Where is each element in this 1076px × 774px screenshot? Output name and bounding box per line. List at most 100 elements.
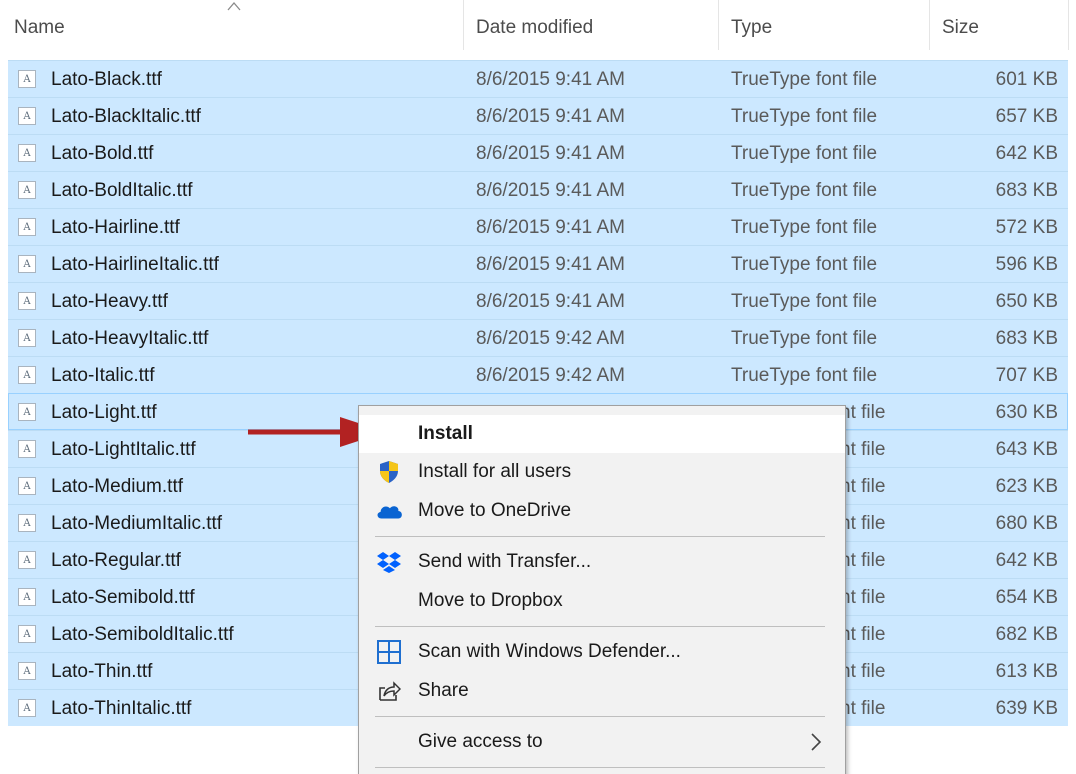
file-size: 630 KB (995, 401, 1058, 423)
menu-separator (375, 767, 825, 768)
menu-item-label: Share (418, 680, 469, 701)
font-file-icon: A (18, 144, 36, 162)
file-type: TrueType font file (731, 216, 878, 238)
file-date-modified: 8/6/2015 9:41 AM (476, 142, 625, 164)
context-menu: Install Install for all users Move to On… (358, 405, 846, 774)
font-file-icon: A (18, 699, 36, 717)
windows-defender-icon (375, 640, 403, 664)
menu-item-share[interactable]: Share (359, 672, 845, 710)
file-type: nt file (840, 623, 886, 645)
file-size: 623 KB (995, 475, 1058, 497)
file-row[interactable]: A Lato-Hairline.ttf 8/6/2015 9:41 AM TrueTy… (8, 208, 1068, 245)
file-name: Lato-ThinItalic.ttf (51, 697, 192, 719)
file-date-modified: 8/6/2015 9:41 AM (476, 68, 625, 90)
file-date-modified: 8/6/2015 9:41 AM (476, 290, 625, 312)
file-size: 650 KB (995, 290, 1058, 312)
file-row[interactable]: A Lato-Bold.ttf 8/6/2015 9:41 AM TrueType f… (8, 134, 1068, 171)
menu-item-install[interactable]: Install (359, 415, 845, 453)
dropbox-icon (375, 551, 403, 573)
font-file-icon: A (18, 514, 36, 532)
file-size: 682 KB (995, 623, 1058, 645)
font-file-icon: A (18, 292, 36, 310)
file-size: 601 KB (995, 68, 1058, 90)
file-type: nt file (840, 401, 886, 423)
file-size: 596 KB (995, 253, 1058, 275)
file-date-modified: 8/6/2015 9:41 AM (476, 179, 625, 201)
chevron-right-icon (811, 733, 822, 751)
menu-item-label: Install (418, 423, 473, 444)
file-name: Lato-HairlineItalic.ttf (51, 253, 219, 275)
file-type: TrueType font file (731, 142, 878, 164)
file-row[interactable]: A Lato-HairlineItalic.ttf 8/6/2015 9:41 AM… (8, 245, 1068, 282)
file-row[interactable]: A Lato-Black.ttf 8/6/2015 9:41 AM TrueType … (8, 60, 1068, 97)
file-type: TrueType font file (731, 68, 878, 90)
file-size: 572 KB (995, 216, 1058, 238)
file-date-modified: 8/6/2015 9:42 AM (476, 327, 625, 349)
file-name: Lato-Black.ttf (51, 68, 162, 90)
file-type: TrueType font file (731, 327, 878, 349)
column-header-type[interactable]: Type (731, 0, 772, 56)
menu-item-send-with-transfer[interactable]: Send with Transfer... (359, 543, 845, 581)
menu-item-install-all-users[interactable]: Install for all users (359, 453, 845, 491)
file-type: nt file (840, 586, 886, 608)
menu-item-label: Give access to (418, 731, 543, 752)
file-name: Lato-BlackItalic.ttf (51, 105, 201, 127)
file-type: nt file (840, 512, 886, 534)
file-row[interactable]: A Lato-BlackItalic.ttf 8/6/2015 9:41 AM Tru… (8, 97, 1068, 134)
file-name: Lato-Italic.ttf (51, 364, 155, 386)
column-header-size[interactable]: Size (942, 0, 979, 56)
font-file-icon: A (18, 366, 36, 384)
file-name: Lato-BoldItalic.ttf (51, 179, 193, 201)
column-divider[interactable] (463, 0, 464, 50)
column-divider[interactable] (718, 0, 719, 50)
font-file-icon: A (18, 588, 36, 606)
column-divider[interactable] (929, 0, 930, 50)
file-size: 683 KB (995, 179, 1058, 201)
file-type: TrueType font file (731, 253, 878, 275)
menu-item-label: Move to Dropbox (418, 590, 563, 611)
file-name: Lato-Medium.ttf (51, 475, 183, 497)
file-row[interactable]: A Lato-BoldItalic.ttf 8/6/2015 9:41 AM True… (8, 171, 1068, 208)
column-header-date-modified[interactable]: Date modified (476, 0, 593, 56)
menu-item-scan-windows-defender[interactable]: Scan with Windows Defender... (359, 633, 845, 671)
file-size: 642 KB (995, 142, 1058, 164)
font-file-icon: A (18, 662, 36, 680)
file-type: TrueType font file (731, 364, 878, 386)
font-file-icon: A (18, 218, 36, 236)
file-type: nt file (840, 475, 886, 497)
font-file-icon: A (18, 477, 36, 495)
menu-item-give-access-to[interactable]: Give access to (359, 723, 845, 761)
uac-shield-icon (375, 461, 403, 483)
file-size: 654 KB (995, 586, 1058, 608)
font-file-icon: A (18, 551, 36, 569)
file-size: 657 KB (995, 105, 1058, 127)
menu-item-label: Move to OneDrive (418, 500, 572, 521)
file-size: 707 KB (995, 364, 1058, 386)
onedrive-cloud-icon (375, 500, 403, 522)
font-file-icon: A (18, 181, 36, 199)
column-header-name[interactable]: Name (14, 0, 65, 56)
menu-separator (375, 536, 825, 537)
file-row[interactable]: A Lato-Heavy.ttf 8/6/2015 9:41 AM TrueType … (8, 282, 1068, 319)
column-divider[interactable] (1068, 0, 1069, 50)
file-name: Lato-Semibold.ttf (51, 586, 195, 608)
menu-item-move-to-onedrive[interactable]: Move to OneDrive (359, 492, 845, 530)
file-row[interactable]: A Lato-Italic.ttf 8/6/2015 9:42 AM TrueType… (8, 356, 1068, 393)
font-file-icon: A (18, 70, 36, 88)
file-type: TrueType font file (731, 290, 878, 312)
file-name: Lato-Regular.ttf (51, 549, 181, 571)
file-name: Lato-Thin.ttf (51, 660, 153, 682)
menu-item-move-to-dropbox[interactable]: Move to Dropbox (359, 582, 845, 620)
file-type: nt file (840, 697, 886, 719)
file-type: nt file (840, 549, 886, 571)
file-type: nt file (840, 660, 886, 682)
share-icon (375, 680, 403, 702)
file-size: 613 KB (995, 660, 1058, 682)
file-size: 680 KB (995, 512, 1058, 534)
chevron-up-icon[interactable] (226, 0, 242, 12)
file-row[interactable]: A Lato-HeavyItalic.ttf 8/6/2015 9:42 AM Tru… (8, 319, 1068, 356)
font-file-icon: A (18, 440, 36, 458)
font-file-icon: A (18, 107, 36, 125)
file-name: Lato-SemiboldItalic.ttf (51, 623, 234, 645)
menu-separator (375, 626, 825, 627)
